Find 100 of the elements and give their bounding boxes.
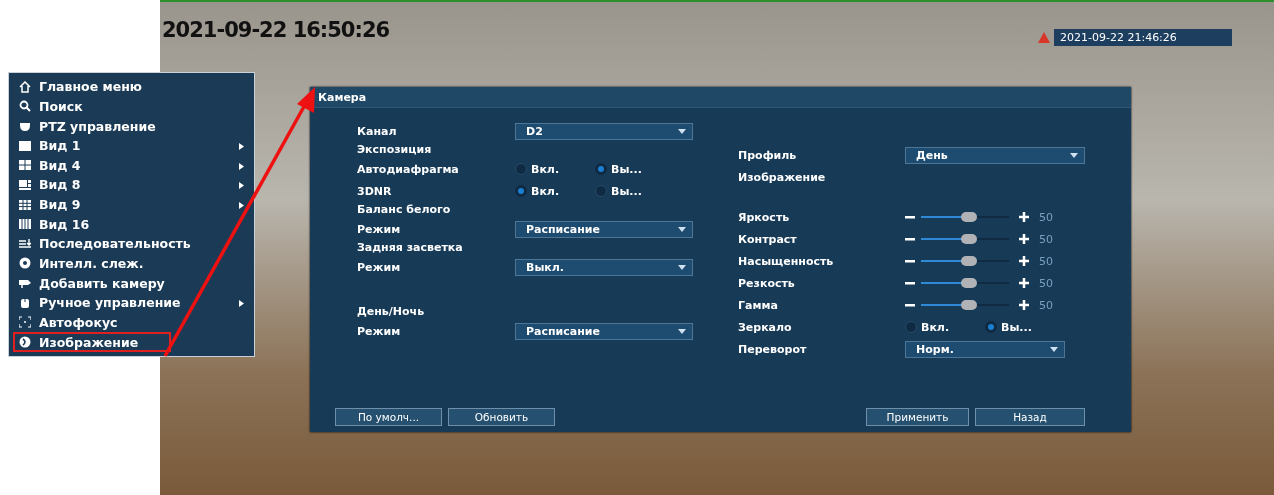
dialog-button[interactable]: Применить <box>866 408 969 426</box>
minus-icon[interactable] <box>905 303 915 307</box>
section-heading: Экспозиция <box>357 142 433 158</box>
radio-option[interactable]: Вы... <box>595 162 665 176</box>
dropdown[interactable]: D2 <box>515 122 693 140</box>
dialog-title: Камера <box>310 87 1131 108</box>
dropdown[interactable]: Расписание <box>515 322 693 340</box>
menu-item[interactable]: Главное меню <box>13 77 250 97</box>
submenu-arrow-icon <box>239 162 244 170</box>
field-label: Резкость <box>738 276 796 290</box>
tracking-icon <box>19 257 31 270</box>
plus-icon[interactable] <box>1019 234 1029 244</box>
dropdown[interactable]: Норм. <box>905 340 1065 358</box>
slider-value: 50 <box>1039 276 1053 290</box>
field-label: Режим <box>357 260 402 274</box>
minus-icon[interactable] <box>905 281 915 285</box>
caret-icon <box>678 226 686 232</box>
four-grid-icon <box>19 159 31 172</box>
caret-icon <box>1070 152 1078 158</box>
submenu-arrow-icon <box>239 201 244 209</box>
field-label: Яркость <box>738 210 791 224</box>
list-icon <box>19 237 31 250</box>
slider-thumb[interactable] <box>961 300 978 310</box>
field-label: Гамма <box>738 298 779 312</box>
section-heading: Изображение <box>738 170 827 186</box>
slider-value: 50 <box>1039 232 1053 246</box>
submenu-arrow-icon <box>239 182 244 190</box>
focus-icon <box>19 316 31 329</box>
menu-item[interactable]: Вид 9 <box>13 194 250 215</box>
field-label: Зеркало <box>738 320 793 334</box>
square-icon <box>19 139 31 152</box>
radio-button[interactable] <box>985 321 997 333</box>
dropdown[interactable]: Выкл. <box>515 258 693 276</box>
radio-option[interactable]: Вкл. <box>515 162 585 176</box>
menu-item[interactable]: Ручное управление <box>13 292 250 313</box>
clock-display: 2021-09-22 21:46:26 <box>1054 29 1232 46</box>
menu-item[interactable]: Добавить камеру <box>13 273 250 293</box>
dialog-button[interactable]: Назад <box>975 408 1085 426</box>
radio-button[interactable] <box>595 163 607 175</box>
slider-thumb[interactable] <box>961 234 978 244</box>
alarm-icon <box>1038 32 1050 43</box>
field-label: Режим <box>357 324 402 338</box>
field-label: Контраст <box>738 232 798 246</box>
video-timestamp: 2021-09-22 16:50:26 <box>162 18 390 42</box>
caret-icon <box>678 328 686 334</box>
caret-icon <box>1050 346 1058 352</box>
slider-thumb[interactable] <box>961 256 978 266</box>
radio-button[interactable] <box>595 185 607 197</box>
dialog-button[interactable]: По умолч... <box>335 408 442 426</box>
field-label: 3DNR <box>357 184 393 198</box>
plus-icon[interactable] <box>1019 278 1029 288</box>
slider-value: 50 <box>1039 254 1053 268</box>
dialog-button[interactable]: Обновить <box>448 408 555 426</box>
slider-value: 50 <box>1039 210 1053 224</box>
radio-option[interactable]: Вы... <box>985 320 1055 334</box>
slider-thumb[interactable] <box>961 212 978 222</box>
radio-option[interactable]: Вкл. <box>515 184 585 198</box>
image-settings-icon <box>19 336 31 348</box>
camera-plus-icon <box>19 277 31 290</box>
field-label: Режим <box>357 222 402 236</box>
menu-item[interactable]: Вид 8 <box>13 175 250 195</box>
field-label: Канал <box>357 124 398 138</box>
radio-option[interactable]: Вы... <box>595 184 665 198</box>
radio-button[interactable] <box>515 185 527 197</box>
radio-option[interactable]: Вкл. <box>905 320 975 334</box>
menu-item[interactable]: Автофокус <box>13 312 250 333</box>
field-label: Переворот <box>738 342 808 356</box>
menu-item[interactable]: Последовательность <box>13 234 250 254</box>
slider-value: 50 <box>1039 298 1053 312</box>
field-label: Насыщенность <box>738 254 835 268</box>
nine-grid-icon <box>19 198 31 211</box>
menu-item[interactable]: Интелл. слеж. <box>13 253 250 274</box>
minus-icon[interactable] <box>905 215 915 219</box>
dropdown[interactable]: День <box>905 146 1085 164</box>
menu-item[interactable]: Вид 16 <box>13 214 250 234</box>
dome-camera-icon <box>19 120 31 133</box>
minus-icon[interactable] <box>905 259 915 263</box>
radio-button[interactable] <box>515 163 527 175</box>
search-icon <box>19 100 31 113</box>
menu-item[interactable]: Вид 1 <box>13 135 250 156</box>
caret-icon <box>678 264 686 270</box>
plus-icon[interactable] <box>1019 256 1029 266</box>
menu-item[interactable]: Вид 4 <box>13 155 250 176</box>
dropdown[interactable]: Расписание <box>515 220 693 238</box>
field-label: Профиль <box>738 148 798 162</box>
menu-item[interactable]: Поиск <box>13 96 250 117</box>
section-heading: Задняя засветка <box>357 240 464 256</box>
submenu-arrow-icon <box>239 142 244 150</box>
plus-icon[interactable] <box>1019 300 1029 310</box>
sixteen-grid-icon <box>19 218 31 231</box>
section-heading: Баланс белого <box>357 202 452 218</box>
slider-thumb[interactable] <box>961 278 978 288</box>
menu-item[interactable]: PTZ управление <box>13 116 250 136</box>
minus-icon[interactable] <box>905 237 915 241</box>
plus-icon[interactable] <box>1019 212 1029 222</box>
field-label: Автодиафрагма <box>357 162 460 176</box>
house-icon <box>19 80 31 93</box>
eight-grid-icon <box>19 178 31 191</box>
menu-item[interactable]: Изображение <box>13 332 171 352</box>
radio-button[interactable] <box>905 321 917 333</box>
